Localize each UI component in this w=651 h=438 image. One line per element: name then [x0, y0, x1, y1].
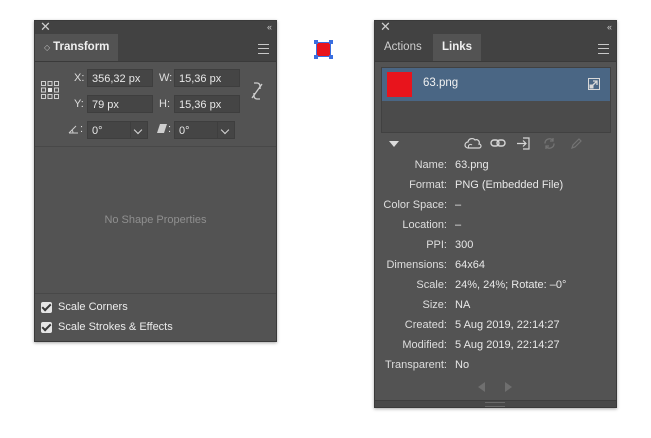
transform-tabbar: ◇ Transform — [35, 34, 276, 62]
info-key: Color Space: — [383, 199, 447, 211]
info-value: 64x64 — [455, 259, 485, 271]
info-key: Size: — [422, 299, 447, 311]
info-row: Modified: 5 Aug 2019, 22:14:27 — [375, 335, 615, 355]
resize-grip[interactable] — [375, 400, 616, 407]
info-value: NA — [455, 299, 471, 311]
info-key: Location: — [402, 219, 447, 231]
info-key: Format: — [409, 179, 447, 191]
info-value: – — [455, 219, 462, 231]
info-key: Dimensions: — [386, 259, 447, 271]
info-value: No — [455, 359, 470, 371]
info-row: Location: – — [375, 215, 615, 235]
info-key: Modified: — [402, 339, 447, 351]
link-thumbnail — [387, 72, 412, 97]
y-label: Y: — [74, 98, 84, 110]
close-icon[interactable]: ✕ — [380, 19, 391, 35]
x-label: X: — [74, 72, 85, 84]
links-list: 63.png — [381, 67, 611, 133]
collapse-icon[interactable]: ‹‹ — [607, 21, 612, 34]
selection-handle[interactable] — [329, 55, 333, 59]
tab-actions[interactable]: Actions — [375, 34, 431, 61]
panel-menu-icon[interactable] — [258, 44, 269, 54]
info-row: Dimensions: 64x64 — [375, 255, 615, 275]
shear-dropdown-button[interactable] — [217, 121, 235, 139]
info-row: Name: 63.png — [375, 155, 615, 175]
selected-object[interactable] — [314, 40, 333, 59]
info-value: 24%, 24%; Rotate: –0° — [455, 279, 567, 291]
show-info-toggle-icon[interactable] — [389, 141, 399, 148]
rotate-label: : — [80, 123, 84, 135]
link-info: Name: 63.png Format: PNG (Embedded File) C… — [375, 155, 616, 385]
info-row: PPI: 300 — [375, 235, 615, 255]
divider — [35, 293, 276, 294]
divider — [35, 146, 276, 147]
info-key: Scale: — [416, 279, 447, 291]
info-value: PNG (Embedded File) — [455, 179, 564, 191]
selection-handle[interactable] — [329, 40, 333, 44]
info-value: – — [455, 199, 462, 211]
info-row: Format: PNG (Embedded File) — [375, 175, 615, 195]
tab-links[interactable]: Links — [433, 34, 482, 61]
transform-panel-topbar: ✕ ‹‹ — [35, 19, 276, 35]
edit-original-icon — [571, 138, 582, 149]
info-row: Size: NA — [375, 295, 615, 315]
info-row: Scale: 24%, 24%; Rotate: –0° — [375, 275, 615, 295]
h-label: H: — [159, 98, 170, 110]
scale-strokes-checkbox[interactable] — [41, 322, 52, 333]
rotate-dropdown-button[interactable] — [130, 121, 148, 139]
links-tabbar: Actions Links — [375, 34, 616, 62]
scale-corners-checkbox[interactable] — [41, 302, 52, 313]
tab-transform-label: Transform — [53, 41, 110, 53]
links-panel-topbar: ✕ ‹‹ — [375, 19, 616, 35]
scale-corners-label: Scale Corners — [58, 301, 128, 313]
previous-link-icon — [478, 382, 485, 392]
selection-handle[interactable] — [314, 40, 318, 44]
shear-label: : — [168, 123, 172, 135]
info-value: 63.png — [455, 159, 489, 171]
reference-point-icon[interactable] — [40, 80, 60, 100]
rotate-field[interactable]: 0° — [87, 121, 131, 139]
tab-transform[interactable]: ◇ Transform — [35, 34, 119, 61]
info-value: 5 Aug 2019, 22:14:27 — [455, 319, 560, 331]
info-key: Transparent: — [385, 359, 447, 371]
embedded-link-icon — [588, 78, 600, 90]
h-field[interactable]: 15,36 px — [174, 95, 240, 113]
info-row: Created: 5 Aug 2019, 22:14:27 — [375, 315, 615, 335]
tab-toggle-icon: ◇ — [44, 43, 51, 52]
selection-handle[interactable] — [314, 55, 318, 59]
w-label: W: — [159, 72, 173, 84]
scale-strokes-label: Scale Strokes & Effects — [58, 321, 173, 333]
empty-properties-text: No Shape Properties — [104, 214, 207, 226]
update-link-icon — [544, 138, 555, 149]
collapse-icon[interactable]: ‹‹ — [267, 21, 272, 34]
info-row: Transparent: No — [375, 355, 615, 375]
cloud-link-icon[interactable] — [464, 137, 482, 150]
go-to-link-icon[interactable] — [516, 137, 532, 150]
link-file-name: 63.png — [423, 77, 459, 89]
shear-angle-icon — [157, 124, 167, 133]
list-item[interactable]: 63.png — [382, 68, 610, 101]
x-field[interactable]: 356,32 px — [87, 69, 153, 87]
info-value: 300 — [455, 239, 474, 251]
info-key: PPI: — [426, 239, 447, 251]
panel-menu-icon[interactable] — [598, 44, 609, 54]
transform-panel: ✕ ‹‹ ◇ Transform X: 356,32 px W: 15,36 px… — [34, 19, 277, 342]
relink-icon[interactable] — [490, 138, 506, 148]
info-key: Created: — [404, 319, 447, 331]
info-key: Name: — [414, 159, 447, 171]
y-field[interactable]: 79 px — [87, 95, 153, 113]
info-value: 5 Aug 2019, 22:14:27 — [455, 339, 560, 351]
info-row: Color Space: – — [375, 195, 615, 215]
resize-grip-lines — [485, 402, 505, 407]
w-field[interactable]: 15,36 px — [174, 69, 240, 87]
close-icon[interactable]: ✕ — [40, 19, 51, 35]
shear-field[interactable]: 0° — [174, 121, 218, 139]
next-link-icon — [505, 382, 512, 392]
rotate-angle-icon — [68, 125, 78, 134]
links-panel: ✕ ‹‹ Actions Links 63.png Name: 63.png F… — [374, 19, 617, 408]
constrain-proportions-icon[interactable] — [250, 81, 264, 101]
